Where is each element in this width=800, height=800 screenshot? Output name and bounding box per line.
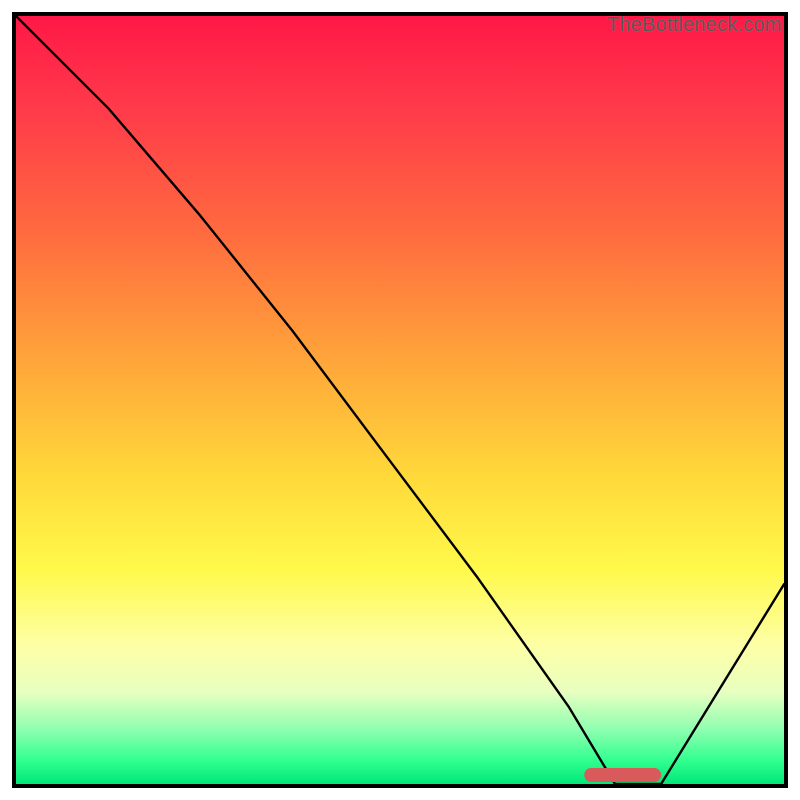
chart-overlay — [16, 16, 784, 784]
watermark-text: TheBottleneck.com — [607, 14, 782, 37]
bottleneck-curve-line — [16, 16, 784, 784]
chart-frame: TheBottleneck.com — [12, 12, 788, 788]
optimal-range-marker — [584, 768, 661, 782]
